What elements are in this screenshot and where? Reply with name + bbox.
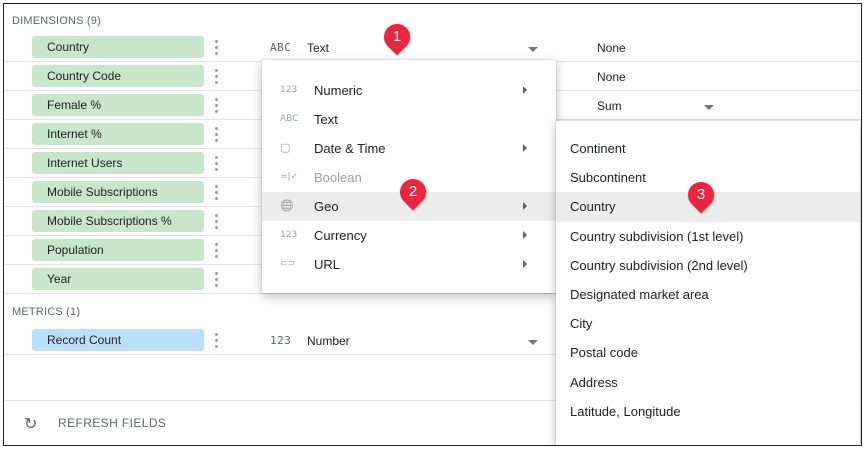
- menu-item-label: Designated market area: [570, 286, 709, 302]
- text-type-icon: ABC: [270, 41, 292, 54]
- refresh-icon: ↻: [24, 416, 38, 433]
- link-icon: ⊂⊃: [280, 259, 296, 269]
- geo-item-continent[interactable]: Continent: [556, 134, 860, 163]
- menu-item-url[interactable]: ⊂⊃ URL: [262, 250, 556, 279]
- more-options-icon[interactable]: [212, 183, 220, 201]
- number-type-icon: 123: [270, 334, 292, 347]
- menu-item-label: Continent: [570, 141, 626, 156]
- boolean-icon: =|✓: [280, 172, 299, 182]
- field-type-menu: 123 Numeric ABC Text ▢ Date & Time =|✓ B…: [262, 60, 556, 293]
- globe-icon: 🌐: [280, 199, 294, 212]
- more-options-icon[interactable]: [212, 125, 220, 143]
- more-options-icon[interactable]: [212, 96, 220, 114]
- menu-item-label: URL: [314, 257, 341, 272]
- chevron-down-icon[interactable]: [528, 47, 538, 52]
- geo-item-subdivision-1[interactable]: Country subdivision (1st level): [556, 222, 860, 251]
- dimensions-header: DIMENSIONS (9): [12, 15, 101, 27]
- menu-item-label: Geo: [314, 199, 339, 214]
- field-chip-year[interactable]: Year: [32, 268, 204, 290]
- field-chip-mobile-subscriptions[interactable]: Mobile Subscriptions: [32, 181, 204, 203]
- type-select-value[interactable]: Text: [307, 41, 329, 55]
- menu-item-date-time[interactable]: ▢ Date & Time: [262, 134, 556, 163]
- field-chip-mobile-subscriptions-pct[interactable]: Mobile Subscriptions %: [32, 210, 204, 232]
- menu-item-label: Currency: [314, 228, 367, 243]
- field-chip-record-count[interactable]: Record Count: [32, 329, 204, 351]
- field-chip-country[interactable]: Country: [32, 36, 204, 58]
- geo-item-postal-code[interactable]: Postal code: [556, 338, 860, 367]
- more-options-icon[interactable]: [212, 270, 220, 288]
- menu-item-currency[interactable]: 123 Currency: [262, 221, 556, 250]
- chevron-down-icon[interactable]: [704, 105, 714, 110]
- menu-item-label: Country: [570, 199, 616, 215]
- calendar-icon: ▢: [280, 141, 291, 154]
- geo-submenu: Continent Subcontinent Country Country s…: [556, 121, 860, 445]
- refresh-fields-label: REFRESH FIELDS: [58, 416, 167, 430]
- more-options-icon[interactable]: [212, 67, 220, 85]
- aggregation-value[interactable]: Sum: [597, 99, 622, 113]
- more-options-icon[interactable]: [212, 154, 220, 172]
- data-source-fields-panel: DIMENSIONS (9) Country ABC Text None Cou…: [3, 3, 862, 446]
- menu-item-label: Latitude, Longitude: [570, 403, 681, 419]
- field-chip-female[interactable]: Female %: [32, 94, 204, 116]
- menu-item-label: Date & Time: [314, 141, 386, 156]
- text-icon: ABC: [280, 114, 299, 124]
- aggregation-value[interactable]: None: [597, 70, 626, 84]
- menu-item-label: Country subdivision (2nd level): [570, 257, 748, 273]
- callout-badge-2: 2: [394, 173, 432, 211]
- menu-item-label: Address: [570, 374, 618, 390]
- menu-item-label: Text: [314, 112, 338, 127]
- type-select-value[interactable]: Number: [307, 334, 350, 348]
- chevron-right-icon: [523, 260, 527, 268]
- chevron-right-icon: [523, 202, 527, 210]
- chevron-down-icon[interactable]: [528, 340, 538, 345]
- menu-item-label: City: [570, 316, 593, 332]
- field-chip-internet-pct[interactable]: Internet %: [32, 123, 204, 145]
- geo-item-dma[interactable]: Designated market area: [556, 280, 860, 309]
- geo-item-subdivision-2[interactable]: Country subdivision (2nd level): [556, 251, 860, 280]
- more-options-icon[interactable]: [212, 331, 220, 349]
- menu-item-label: Numeric: [314, 83, 363, 98]
- numeric-icon: 123: [280, 85, 298, 95]
- callout-number: 1: [392, 28, 402, 45]
- field-chip-population[interactable]: Population: [32, 239, 204, 261]
- geo-item-address[interactable]: Address: [556, 368, 860, 397]
- more-options-icon[interactable]: [212, 212, 220, 230]
- menu-item-label: Subcontinent: [570, 170, 646, 186]
- field-chip-internet-users[interactable]: Internet Users: [32, 152, 204, 174]
- geo-item-lat-long[interactable]: Latitude, Longitude: [556, 397, 860, 426]
- menu-item-label: Postal code: [570, 345, 638, 361]
- callout-number: 2: [408, 183, 418, 200]
- callout-badge-1: 1: [378, 18, 416, 56]
- more-options-icon[interactable]: [212, 241, 220, 259]
- chevron-right-icon: [523, 144, 527, 152]
- callout-badge-3: 3: [682, 176, 720, 214]
- more-options-icon[interactable]: [212, 38, 220, 56]
- menu-item-text[interactable]: ABC Text: [262, 105, 556, 134]
- field-chip-country-code[interactable]: Country Code: [32, 65, 204, 87]
- callout-number: 3: [696, 186, 706, 203]
- menu-item-label: Country subdivision (1st level): [570, 228, 744, 244]
- geo-item-city[interactable]: City: [556, 309, 860, 338]
- dimension-row-country: Country ABC Text None: [4, 33, 861, 62]
- menu-item-numeric[interactable]: 123 Numeric: [262, 76, 556, 105]
- chevron-right-icon: [523, 231, 527, 239]
- chevron-right-icon: [523, 86, 527, 94]
- currency-icon: 123: [280, 230, 298, 240]
- menu-item-label: Boolean: [314, 170, 362, 185]
- aggregation-value[interactable]: None: [597, 41, 626, 55]
- metrics-header: METRICS (1): [12, 306, 81, 318]
